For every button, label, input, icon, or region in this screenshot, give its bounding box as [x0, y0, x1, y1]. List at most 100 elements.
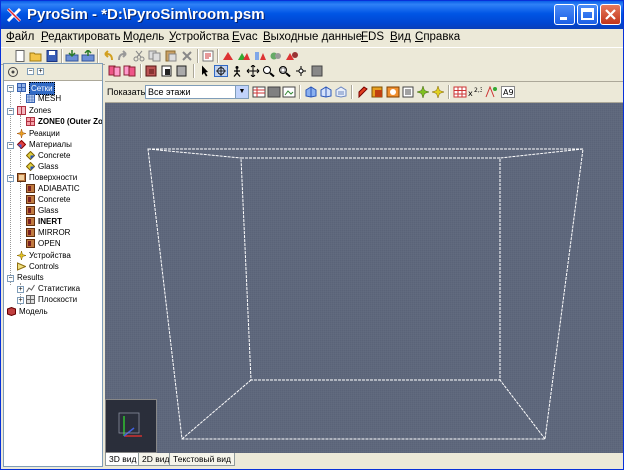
toolbar-separator: [217, 49, 219, 63]
menu-view[interactable]: Вид: [390, 31, 411, 43]
smokeview-icon[interactable]: [269, 50, 283, 62]
show-holes-icon[interactable]: [319, 86, 333, 98]
surface-icon: [26, 239, 35, 248]
run-fds-icon[interactable]: [221, 50, 235, 62]
tree-view: − Сетки MESH − Zones ZONE0 (Outer Zo Реа…: [7, 82, 103, 316]
save-icon[interactable]: [45, 50, 59, 62]
close-button[interactable]: [600, 4, 621, 25]
menu-fds[interactable]: FDS: [361, 31, 384, 43]
viewport-background: [105, 103, 623, 453]
surface-icon: [26, 195, 35, 204]
cut-icon[interactable]: [132, 50, 146, 62]
floor-select[interactable]: Все этажи ▼: [145, 85, 249, 99]
show-fires-icon[interactable]: [356, 86, 370, 98]
view-tabs: 3D вид 2D вид Текстовый вид: [105, 453, 623, 467]
show-labels-icon[interactable]: [484, 86, 498, 98]
outline-view-icon[interactable]: [160, 65, 174, 77]
frame-view-icon[interactable]: [175, 65, 189, 77]
delete-icon[interactable]: [180, 50, 194, 62]
properties-icon[interactable]: [201, 50, 215, 62]
select-arrow-icon[interactable]: [198, 65, 212, 77]
svg-text:x: x: [468, 89, 473, 98]
view-toolbar: [105, 63, 623, 82]
floor-image-icon[interactable]: [282, 86, 296, 98]
expander-materials[interactable]: −: [7, 142, 14, 149]
show-vents-icon[interactable]: [334, 86, 348, 98]
minimize-button[interactable]: [554, 4, 575, 25]
show-heat-icon[interactable]: [386, 86, 400, 98]
title-bar[interactable]: PyroSim - *D:\PyroSim\room.psm: [1, 1, 623, 29]
close-icon: [605, 9, 616, 20]
tree-guide-line: [20, 179, 21, 243]
filter-icon[interactable]: [7, 66, 19, 78]
show-devices-icon[interactable]: [416, 86, 430, 98]
mesh-view-icon[interactable]: [108, 65, 122, 77]
expander-surfaces[interactable]: −: [7, 175, 14, 182]
toolbar-separator: [140, 64, 142, 78]
tree-guide-line: [20, 115, 21, 127]
roam-icon[interactable]: [230, 65, 244, 77]
tab-text-view[interactable]: Текстовый вид: [169, 453, 235, 466]
scale-icon[interactable]: x2,3: [468, 86, 482, 98]
zones-icon: [17, 106, 26, 115]
maximize-icon: [581, 8, 594, 20]
zoom-icon[interactable]: [262, 65, 276, 77]
collapse-all-button[interactable]: +: [37, 68, 44, 75]
chevron-down-icon: ▼: [235, 86, 248, 98]
reset-view-icon[interactable]: [294, 65, 308, 77]
show-floors-label: Показать:: [107, 87, 148, 97]
expander-meshes[interactable]: −: [7, 85, 14, 92]
mesh-overlay-icon[interactable]: [123, 65, 137, 77]
svg-text:2,3: 2,3: [474, 87, 482, 94]
menu-edit[interactable]: Редактировать: [41, 31, 120, 43]
show-grid-icon[interactable]: [453, 86, 467, 98]
reaction-icon: [17, 129, 26, 138]
orbit-icon[interactable]: [214, 65, 228, 77]
menu-output[interactable]: Выходные данные: [263, 31, 362, 43]
paste-icon[interactable]: [164, 50, 178, 62]
maximize-button[interactable]: [577, 4, 598, 25]
menu-devices[interactable]: Устройства: [169, 31, 229, 43]
expander-zones[interactable]: −: [7, 108, 14, 115]
expand-all-button[interactable]: −: [27, 68, 34, 75]
copy-icon[interactable]: [148, 50, 162, 62]
model-icon: [7, 307, 16, 316]
results-icon[interactable]: [285, 50, 299, 62]
show-obstructions-icon[interactable]: [304, 86, 318, 98]
run-evac-icon[interactable]: [253, 50, 267, 62]
3d-viewport[interactable]: [105, 103, 623, 453]
zoom-box-icon[interactable]: [278, 65, 292, 77]
tab-3d-view[interactable]: 3D вид: [105, 453, 141, 466]
solid-view-icon[interactable]: [145, 65, 159, 77]
export-icon[interactable]: [81, 50, 95, 62]
mesh-group-icon: [17, 83, 26, 92]
open-folder-icon[interactable]: [29, 50, 43, 62]
surface-icon: [26, 217, 35, 226]
toolbar-separator: [299, 85, 301, 99]
show-surfaces-icon[interactable]: [371, 86, 385, 98]
floor-settings-icon[interactable]: [252, 86, 266, 98]
menu-help[interactable]: Справка: [415, 31, 460, 43]
tree-guide-line: [20, 147, 21, 167]
pan-icon[interactable]: [246, 65, 260, 77]
import-icon[interactable]: [65, 50, 79, 62]
tree-toolbar: − +: [4, 64, 102, 81]
tree-guide-line: [10, 85, 11, 285]
undo-icon[interactable]: [101, 50, 115, 62]
redo-icon[interactable]: [116, 50, 130, 62]
fit-view-icon[interactable]: [310, 65, 324, 77]
toolbar-separator: [351, 85, 353, 99]
expander-statistics[interactable]: +: [17, 286, 24, 293]
floor-color-icon[interactable]: [267, 86, 281, 98]
run-parallel-icon[interactable]: [237, 50, 251, 62]
show-notes-icon[interactable]: [401, 86, 415, 98]
expander-results[interactable]: −: [7, 275, 14, 282]
menu-model[interactable]: Модель: [123, 31, 164, 43]
show-sprinklers-icon[interactable]: [431, 86, 445, 98]
menu-file[interactable]: Файл: [6, 31, 34, 43]
expander-planes[interactable]: +: [17, 297, 24, 304]
menu-evac[interactable]: Evac: [232, 31, 258, 43]
text-labels-icon[interactable]: A9: [501, 86, 515, 98]
axes-icon: [118, 412, 142, 437]
new-file-icon[interactable]: [13, 50, 27, 62]
